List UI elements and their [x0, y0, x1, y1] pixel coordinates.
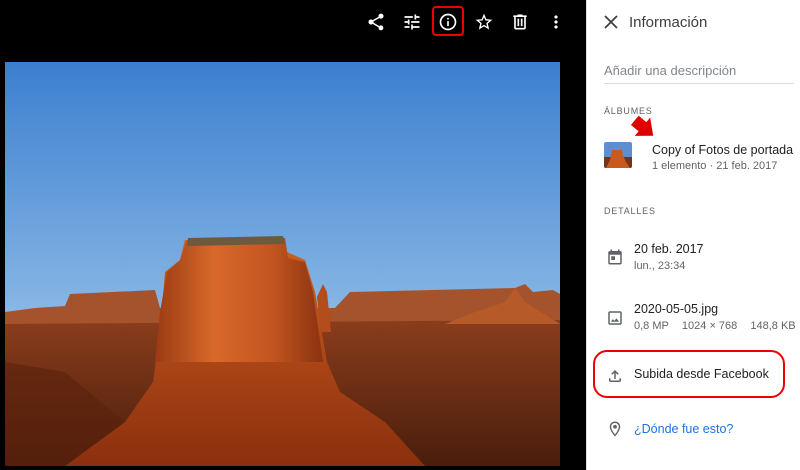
album-meta: 1 elemento · 21 feb. 2017 — [652, 160, 777, 172]
favorite-button[interactable] — [468, 6, 500, 38]
file-name: 2020-05-05.jpg — [634, 302, 719, 316]
viewer-toolbar — [0, 0, 586, 44]
share-button[interactable] — [360, 6, 392, 38]
photo-viewer — [0, 0, 586, 470]
description-field[interactable]: Añadir una descripción — [604, 60, 794, 84]
album-count: 1 elemento — [652, 160, 707, 172]
edit-icon — [404, 14, 420, 30]
file-megapixels: 0,8 MP — [634, 320, 669, 332]
upload-source: Subida desde Facebook — [634, 367, 769, 381]
more-options-button[interactable] — [540, 6, 572, 38]
close-icon — [604, 15, 618, 29]
upload-icon — [606, 367, 624, 385]
file-details: 0,8 MP 1024 × 768 148,8 KB — [634, 320, 800, 332]
info-panel: Información Añadir una descripción ÁLBUM… — [586, 0, 800, 470]
panel-title: Información — [629, 14, 708, 31]
album-title[interactable]: Copy of Fotos de portada — [652, 143, 793, 157]
photo-image — [5, 62, 560, 466]
star-icon — [475, 13, 493, 30]
file-size: 148,8 KB — [750, 320, 796, 332]
calendar-icon — [606, 248, 624, 266]
more-vert-icon — [554, 15, 558, 29]
date-sub: lun., 23:34 — [634, 260, 686, 272]
red-arrow-icon — [630, 115, 654, 136]
delete-icon — [513, 14, 527, 30]
date-main[interactable]: 20 feb. 2017 — [634, 242, 704, 256]
close-button[interactable] — [601, 12, 621, 32]
album-thumbnail[interactable] — [604, 142, 632, 168]
add-location-link[interactable]: ¿Dónde fue esto? — [634, 422, 733, 436]
delete-button[interactable] — [504, 6, 536, 38]
location-pin-icon — [606, 420, 624, 438]
details-label: DETALLES — [604, 206, 656, 216]
info-icon — [439, 13, 457, 31]
info-button[interactable] — [432, 6, 464, 38]
share-icon — [368, 13, 384, 31]
album-date: 21 feb. 2017 — [716, 160, 778, 172]
edit-button[interactable] — [396, 6, 428, 38]
image-icon — [606, 309, 624, 327]
file-dimensions: 1024 × 768 — [681, 320, 738, 332]
panel-header: Información — [587, 0, 800, 44]
